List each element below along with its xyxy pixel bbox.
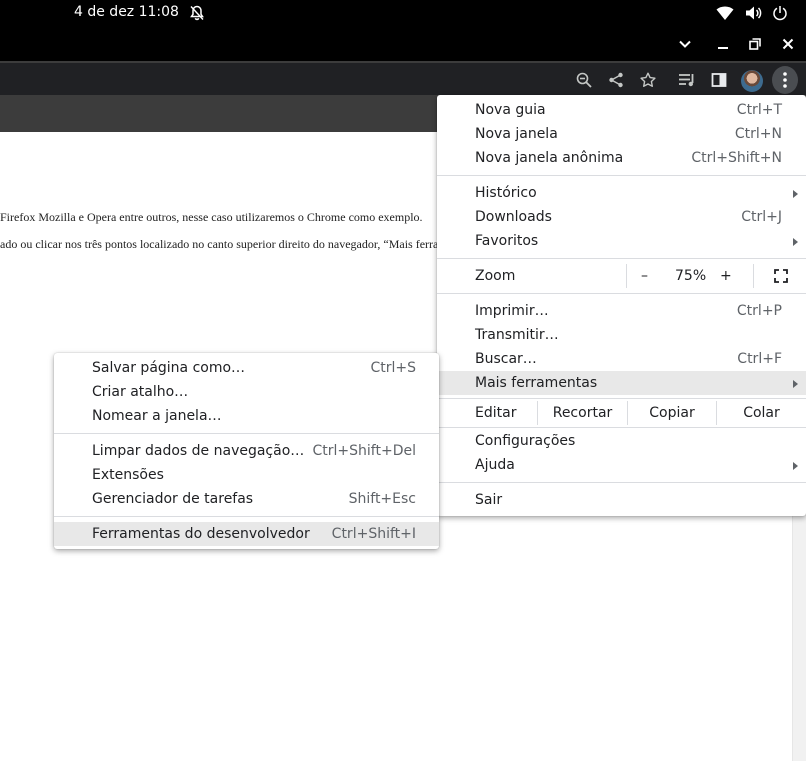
menu-item-label: Extensões	[92, 467, 164, 483]
menu-item-new-tab[interactable]: Nova guia Ctrl+T	[437, 98, 806, 122]
kebab-menu-icon[interactable]	[772, 66, 798, 94]
zoom-control: – 75% +	[626, 264, 806, 288]
menu-item-shortcut: Ctrl+Shift+Del	[312, 443, 416, 459]
menu-item-shortcut: Ctrl+S	[370, 360, 416, 376]
menu-item-incognito[interactable]: Nova janela anônima Ctrl+Shift+N	[437, 146, 806, 170]
menu-item-label: Imprimir…	[475, 303, 549, 319]
copy-button[interactable]: Copiar	[627, 401, 716, 425]
chevron-down-icon[interactable]	[676, 35, 694, 53]
zoom-level: 75%	[675, 268, 707, 284]
menu-item-label: Nomear a janela…	[92, 408, 222, 424]
menu-row-zoom: Zoom – 75% +	[437, 264, 806, 288]
menu-item-label: Transmitir…	[475, 327, 559, 343]
menu-item-name-window[interactable]: Nomear a janela…	[54, 404, 439, 428]
menu-item-task-manager[interactable]: Gerenciador de tarefas Shift+Esc	[54, 487, 439, 511]
avatar[interactable]	[741, 70, 763, 92]
menu-item-create-shortcut[interactable]: Criar atalho…	[54, 380, 439, 404]
menu-item-bookmarks[interactable]: Favoritos	[437, 229, 806, 253]
system-top-bar: 4 de dez 11:08	[0, 0, 806, 27]
submenu-arrow-icon	[793, 190, 798, 198]
submenu-arrow-icon	[793, 462, 798, 470]
menu-item-exit[interactable]: Sair	[437, 488, 806, 512]
power-icon[interactable]	[772, 5, 788, 25]
zoom-out-icon[interactable]	[575, 71, 593, 89]
fullscreen-icon[interactable]	[753, 264, 806, 288]
more-tools-submenu: Salvar página como… Ctrl+S Criar atalho……	[54, 353, 439, 549]
menu-separator	[54, 433, 439, 434]
menu-item-label: Nova janela anônima	[475, 150, 624, 166]
menu-item-shortcut: Ctrl+J	[741, 209, 782, 225]
zoom-out-button[interactable]: –	[641, 264, 648, 288]
menu-item-more-tools[interactable]: Mais ferramentas	[437, 371, 806, 395]
side-panel-icon[interactable]	[710, 71, 728, 89]
menu-item-shortcut: Ctrl+F	[737, 351, 782, 367]
menu-separator	[437, 293, 806, 294]
menu-item-label: Nova janela	[475, 126, 558, 142]
menu-item-label: Gerenciador de tarefas	[92, 491, 254, 507]
paragraph-line: Firefox Mozilla e Opera entre outros, ne…	[0, 210, 423, 224]
menu-item-label: Criar atalho…	[92, 384, 189, 400]
menu-item-dev-tools[interactable]: Ferramentas do desenvolvedor Ctrl+Shift+…	[54, 522, 439, 546]
edit-control: Recortar Copiar Colar	[537, 401, 806, 425]
menu-item-label: Downloads	[475, 209, 552, 225]
menu-item-label: Sair	[475, 492, 503, 508]
submenu-arrow-icon	[793, 380, 798, 388]
menu-separator	[54, 516, 439, 517]
star-icon[interactable]	[639, 71, 657, 89]
menu-item-cast[interactable]: Transmitir…	[437, 323, 806, 347]
restore-icon[interactable]	[746, 35, 764, 53]
menu-item-find[interactable]: Buscar… Ctrl+F	[437, 347, 806, 371]
minimize-icon[interactable]	[714, 35, 732, 53]
menu-item-label: Histórico	[475, 185, 537, 201]
browser-toolbar	[0, 61, 806, 95]
submenu-arrow-icon	[793, 238, 798, 246]
menu-item-label: Nova guia	[475, 102, 546, 118]
menu-item-shortcut: Ctrl+T	[736, 102, 782, 118]
menu-item-label: Salvar página como…	[92, 360, 246, 376]
menu-item-shortcut: Ctrl+Shift+I	[331, 526, 416, 542]
wifi-icon[interactable]	[716, 5, 734, 25]
menu-item-help[interactable]: Ajuda	[437, 453, 806, 477]
menu-separator	[437, 427, 806, 428]
menu-item-label: Ferramentas do desenvolvedor	[92, 526, 310, 542]
window-title-bar	[0, 27, 806, 61]
menu-item-history[interactable]: Histórico	[437, 181, 806, 205]
menu-item-shortcut: Shift+Esc	[348, 491, 416, 507]
menu-row-edit: Editar Recortar Copiar Colar	[437, 401, 806, 425]
zoom-label: Zoom	[475, 268, 516, 284]
bell-icon[interactable]	[190, 5, 204, 25]
menu-item-print[interactable]: Imprimir… Ctrl+P	[437, 299, 806, 323]
date-time[interactable]: 4 de dez 11:08	[74, 4, 179, 20]
menu-item-extensions[interactable]: Extensões	[54, 463, 439, 487]
menu-item-label: Mais ferramentas	[475, 375, 598, 391]
menu-item-new-window[interactable]: Nova janela Ctrl+N	[437, 122, 806, 146]
menu-item-shortcut: Ctrl+P	[736, 303, 782, 319]
chrome-main-menu: Nova guia Ctrl+T Nova janela Ctrl+N Nova…	[437, 95, 806, 516]
zoom-in-button[interactable]: +	[720, 264, 732, 288]
menu-item-shortcut: Ctrl+Shift+N	[691, 150, 782, 166]
volume-icon[interactable]	[745, 5, 763, 25]
paragraph-line: ado ou clicar nos três pontos localizado…	[0, 237, 439, 251]
menu-item-label: Ajuda	[475, 457, 515, 473]
share-icon[interactable]	[607, 71, 625, 89]
menu-item-label: Favoritos	[475, 233, 539, 249]
menu-separator	[437, 175, 806, 176]
menu-separator	[437, 258, 806, 259]
menu-separator	[437, 482, 806, 483]
paste-button[interactable]: Colar	[716, 401, 806, 425]
menu-item-shortcut: Ctrl+N	[734, 126, 782, 142]
close-icon[interactable]	[779, 35, 797, 53]
menu-item-label: Configurações	[475, 433, 576, 449]
edit-label: Editar	[475, 405, 517, 421]
cut-button[interactable]: Recortar	[537, 401, 627, 425]
menu-item-label: Buscar…	[475, 351, 537, 367]
menu-item-label: Limpar dados de navegação…	[92, 443, 305, 459]
media-icon[interactable]	[678, 71, 696, 89]
menu-item-downloads[interactable]: Downloads Ctrl+J	[437, 205, 806, 229]
menu-separator	[437, 398, 806, 399]
menu-item-save-page[interactable]: Salvar página como… Ctrl+S	[54, 356, 439, 380]
menu-item-clear-data[interactable]: Limpar dados de navegação… Ctrl+Shift+De…	[54, 439, 439, 463]
menu-item-settings[interactable]: Configurações	[437, 429, 806, 453]
